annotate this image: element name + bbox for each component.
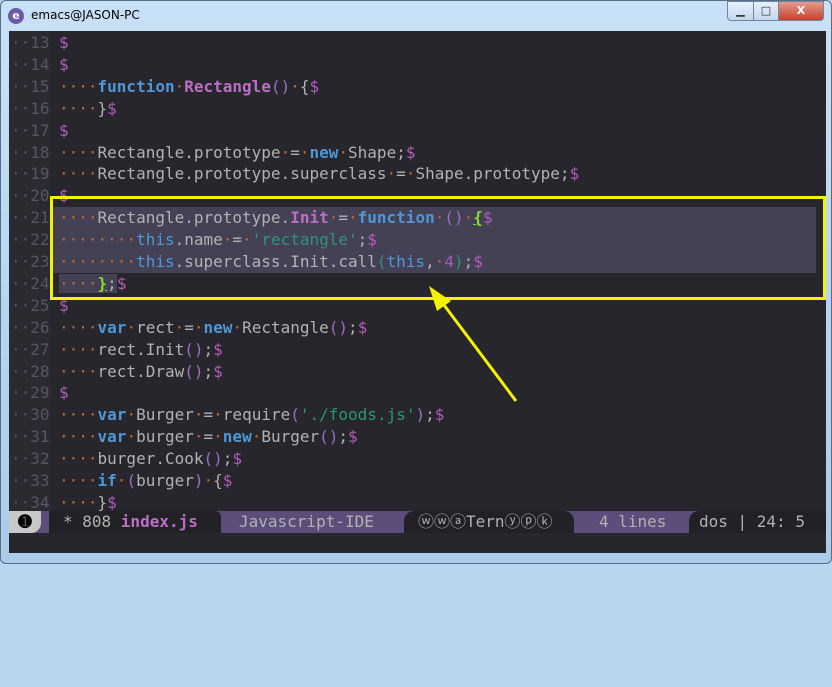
- arrow-shaft: [439, 300, 518, 402]
- arrow-head: [429, 286, 451, 311]
- arrow-annotation: [429, 286, 518, 402]
- emacs-window: e emacs@JASON-PC ▁ □ X ··13 $ ··14 $ ··15 ···…: [0, 0, 832, 564]
